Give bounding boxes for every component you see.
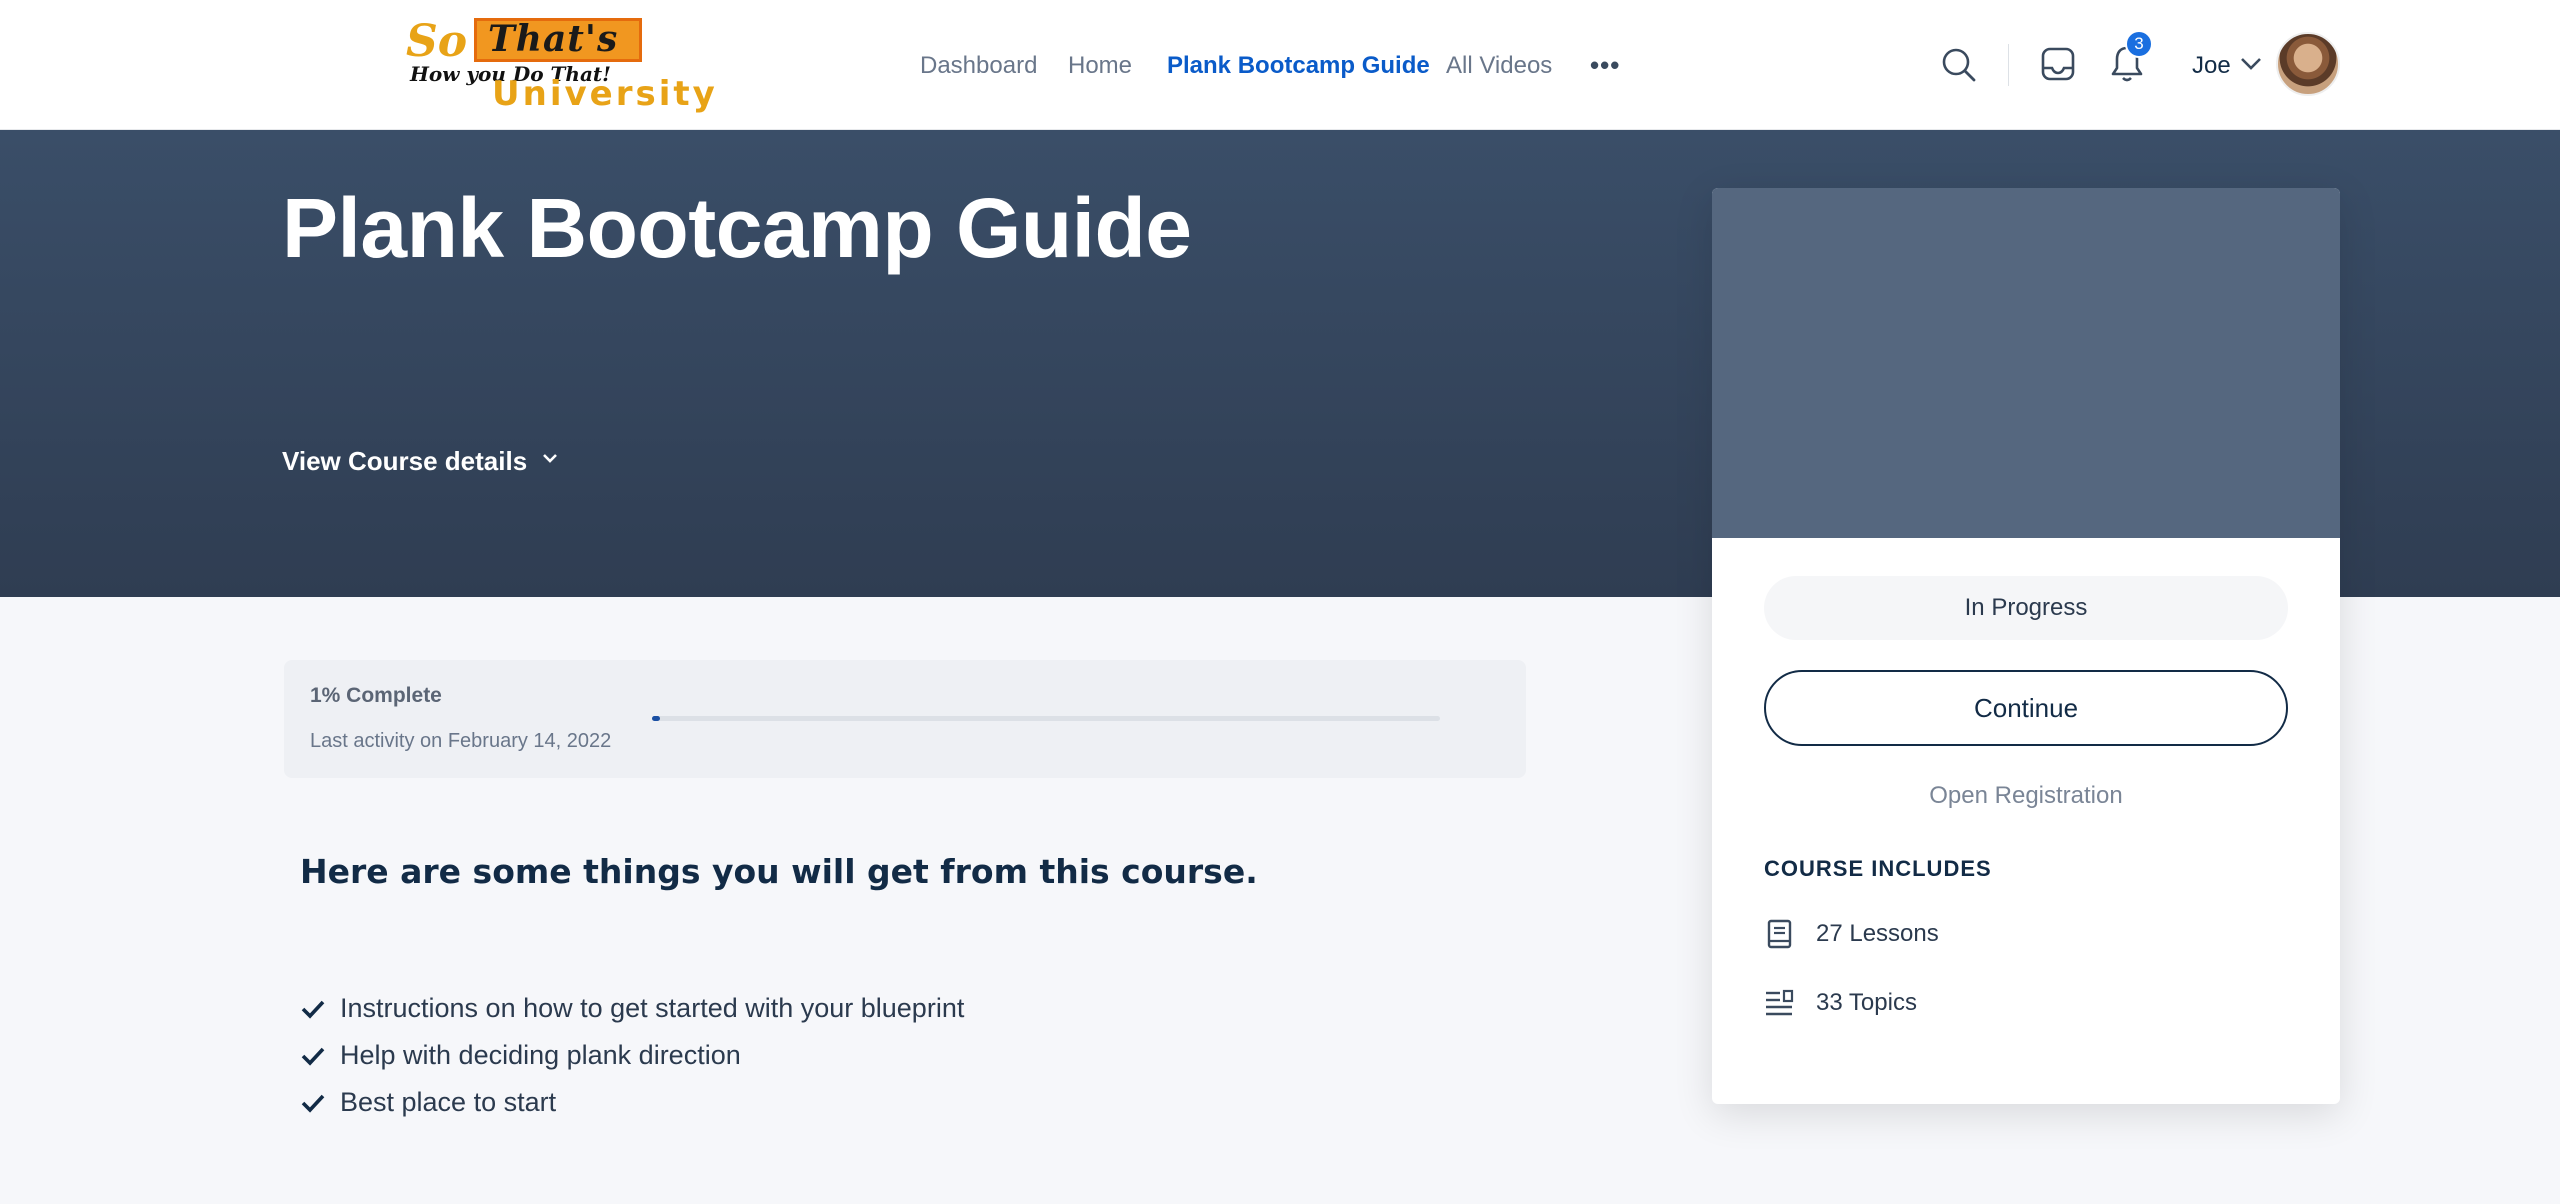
continue-button[interactable]: Continue <box>1764 670 2288 746</box>
last-activity: Last activity on February 14, 2022 <box>310 730 612 752</box>
topics-list-icon <box>1766 989 1794 1016</box>
nav-plank-bootcamp-guide[interactable]: Plank Bootcamp Guide <box>1167 52 1430 80</box>
book-icon <box>1767 919 1792 949</box>
logo-text-university: University <box>492 74 718 114</box>
nav-all-videos[interactable]: All Videos <box>1446 52 1552 80</box>
check-icon <box>301 1047 325 1066</box>
benefit-text: Help with deciding plank direction <box>340 1040 741 1070</box>
course-thumbnail <box>1712 188 2340 538</box>
header-divider <box>2008 44 2009 86</box>
chevron-down-icon[interactable] <box>540 452 560 466</box>
search-icon[interactable] <box>1940 46 1978 84</box>
progress-bar-fill <box>652 716 660 721</box>
list-item: Help with deciding plank direction <box>300 1032 964 1079</box>
lessons-text: 27 Lessons <box>1816 920 1939 947</box>
view-course-details-toggle[interactable]: View Course details <box>282 446 527 477</box>
topics-text: 33 Topics <box>1816 989 1917 1016</box>
lessons-count: 27 Lessons <box>1764 918 1939 950</box>
nav-more-button[interactable]: ••• <box>1590 50 1620 81</box>
open-registration-label: Open Registration <box>1929 782 2123 809</box>
site-header: So That's How you Do That! University Da… <box>0 0 2560 130</box>
course-includes-heading: COURSE INCLUDES <box>1764 856 1992 881</box>
logo-text-thats: That's <box>488 18 619 60</box>
check-icon <box>301 1094 325 1113</box>
user-avatar[interactable] <box>2276 32 2340 96</box>
nav-dashboard[interactable]: Dashboard <box>920 52 1037 80</box>
site-logo[interactable]: So That's How you Do That! University <box>404 14 734 114</box>
progress-percent-label: 1% Complete <box>310 684 442 707</box>
list-item: Instructions on how to get started with … <box>300 985 964 1032</box>
nav-home[interactable]: Home <box>1068 52 1132 80</box>
progress-bar <box>652 716 1440 721</box>
course-card: In Progress Continue Open Registration C… <box>1712 188 2340 1104</box>
status-badge: In Progress <box>1764 576 2288 640</box>
list-item: Best place to start <box>300 1079 964 1126</box>
check-icon <box>301 1000 325 1019</box>
course-title: Plank Bootcamp Guide <box>282 181 1192 275</box>
benefits-heading: Here are some things you will get from t… <box>300 852 1258 891</box>
topics-count: 33 Topics <box>1764 988 1917 1018</box>
benefits-list: Instructions on how to get started with … <box>300 985 964 1126</box>
benefit-text: Instructions on how to get started with … <box>340 993 965 1023</box>
course-progress: 1% Complete Last activity on February 14… <box>284 660 1526 778</box>
benefit-text: Best place to start <box>340 1087 557 1117</box>
inbox-icon[interactable] <box>2040 46 2076 82</box>
chevron-down-icon[interactable] <box>2240 56 2262 72</box>
notification-badge: 3 <box>2125 30 2153 58</box>
user-name[interactable]: Joe <box>2192 52 2231 80</box>
logo-text-so: So <box>406 16 468 67</box>
